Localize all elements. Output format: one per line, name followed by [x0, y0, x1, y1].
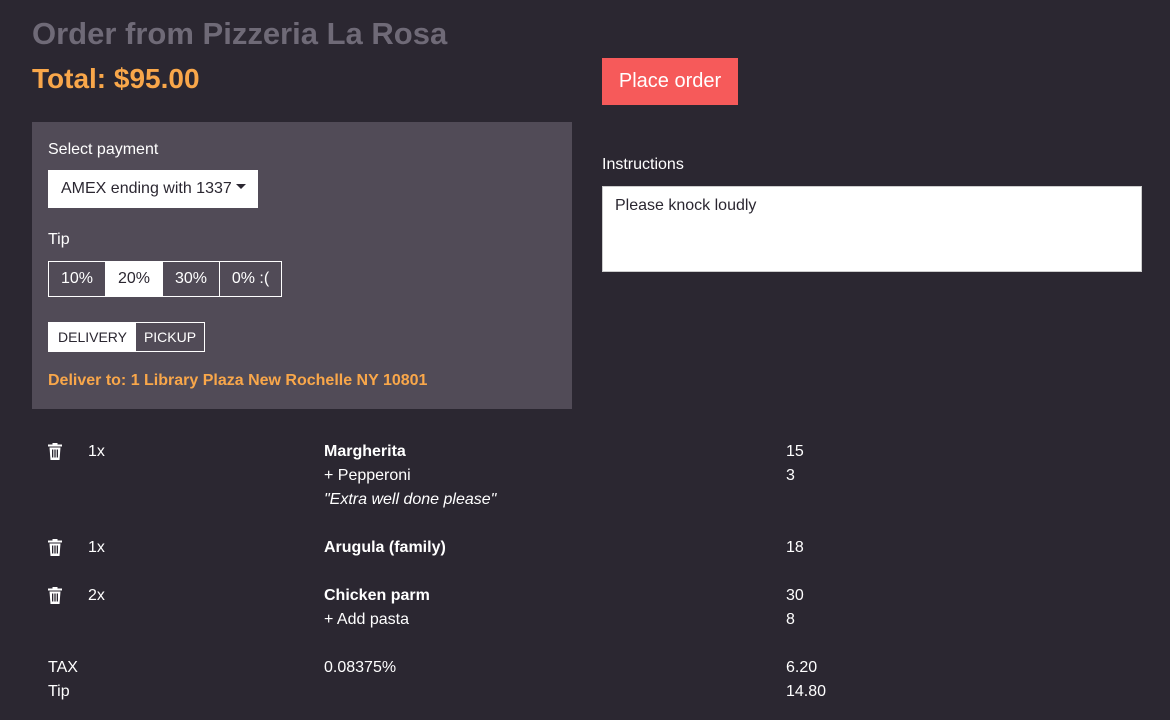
payment-dropdown[interactable]: AMEX ending with 1337	[48, 170, 258, 208]
tip-option-20[interactable]: 20%	[106, 262, 163, 296]
item-name: Chicken parm	[324, 587, 430, 604]
tip-button-group: 10% 20% 30% 0% :(	[48, 261, 282, 297]
tax-label: TAX	[48, 659, 78, 676]
item-note: "Extra well done please"	[324, 491, 497, 508]
item-quantity: 1x	[88, 443, 105, 460]
order-total: Total: $95.00	[32, 63, 200, 94]
item-price: 18	[786, 539, 804, 556]
item-price: 15	[786, 443, 804, 460]
tax-rate: 0.08375%	[324, 659, 397, 676]
trash-icon[interactable]	[48, 587, 62, 604]
tip-summary-label: Tip	[48, 683, 70, 700]
page-title: Order from Pizzeria La Rosa	[32, 16, 448, 51]
caret-down-icon	[235, 183, 246, 189]
delivery-address: Deliver to: 1 Library Plaza New Rochelle…	[48, 372, 428, 389]
place-order-button[interactable]: Place order	[602, 58, 738, 105]
order-page: Order from Pizzeria La Rosa Total: $95.0…	[0, 0, 1170, 720]
tip-option-10[interactable]: 10%	[49, 262, 106, 296]
pickup-option[interactable]: PICKUP	[136, 323, 204, 351]
instructions-label: Instructions	[602, 156, 684, 173]
tax-amount: 6.20	[786, 659, 818, 676]
tip-label: Tip	[48, 231, 70, 248]
select-payment-label: Select payment	[48, 141, 159, 158]
fulfillment-toggle: DELIVERY PICKUP	[48, 322, 205, 352]
payment-selected-value: AMEX ending with 1337	[61, 180, 232, 197]
item-quantity: 2x	[88, 587, 105, 604]
item-addon-price: 3	[786, 467, 795, 484]
list-item: 1x Arugula (family) 18	[0, 536, 1170, 560]
tip-option-30[interactable]: 30%	[163, 262, 220, 296]
trash-icon[interactable]	[48, 443, 62, 460]
order-summary: TAX 0.08375% 6.20 Tip 14.80	[0, 656, 1170, 704]
item-addon-price: 8	[786, 611, 795, 628]
list-item: 1x Margherita 15 + Pepperoni 3 "Extra we…	[0, 440, 1170, 512]
item-price: 30	[786, 587, 804, 604]
tip-option-0[interactable]: 0% :(	[220, 262, 281, 296]
trash-icon[interactable]	[48, 539, 62, 556]
list-item: 2x Chicken parm 30 + Add pasta 8	[0, 584, 1170, 632]
payment-panel: Select payment AMEX ending with 1337 Tip…	[32, 122, 572, 409]
item-addon: + Pepperoni	[324, 467, 411, 484]
item-name: Arugula (family)	[324, 539, 446, 556]
item-addon: + Add pasta	[324, 611, 409, 628]
item-name: Margherita	[324, 443, 406, 460]
instructions-textarea[interactable]: Please knock loudly	[602, 186, 1142, 272]
delivery-option[interactable]: DELIVERY	[49, 323, 136, 351]
tip-amount: 14.80	[786, 683, 827, 700]
item-quantity: 1x	[88, 539, 105, 556]
